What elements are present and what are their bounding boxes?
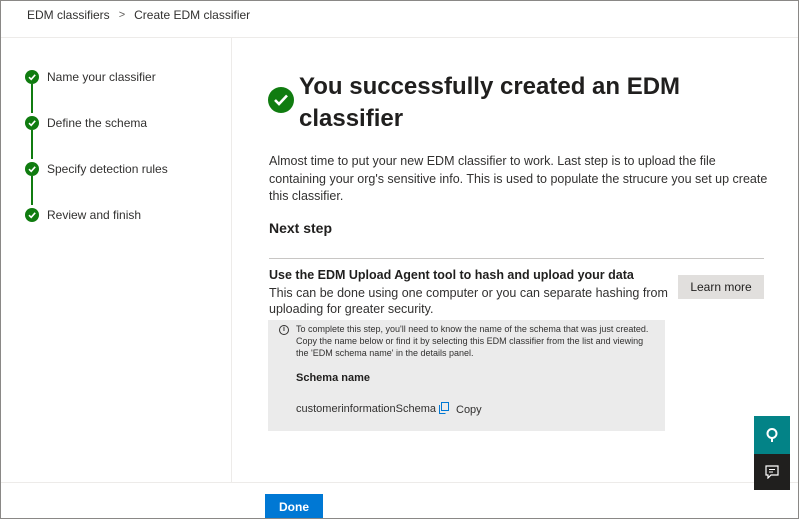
step-label: Specify detection rules bbox=[47, 162, 168, 176]
step-label: Name your classifier bbox=[47, 70, 156, 84]
checkmark-icon bbox=[25, 208, 39, 222]
step-name-your-classifier[interactable]: Name your classifier bbox=[25, 67, 225, 87]
step-label: Review and finish bbox=[47, 208, 142, 222]
header-divider bbox=[1, 37, 798, 38]
feedback-button[interactable] bbox=[754, 454, 790, 490]
app-window: EDM classifiers > Create EDM classifier … bbox=[0, 0, 799, 519]
schema-name-label: Schema name bbox=[296, 372, 370, 384]
info-icon: i bbox=[279, 325, 289, 335]
breadcrumb-edm-classifiers[interactable]: EDM classifiers bbox=[27, 8, 110, 22]
upload-agent-description: This can be done using one computer or y… bbox=[269, 286, 668, 316]
breadcrumb: EDM classifiers > Create EDM classifier bbox=[27, 8, 250, 22]
checkmark-icon bbox=[25, 116, 39, 130]
next-step-heading: Next step bbox=[269, 220, 333, 236]
learn-more-button[interactable]: Learn more bbox=[678, 275, 764, 299]
sidebar-divider bbox=[231, 38, 232, 482]
info-message: To complete this step, you'll need to kn… bbox=[296, 324, 649, 358]
step-specify-detection-rules[interactable]: Specify detection rules bbox=[25, 159, 225, 179]
step-label: Define the schema bbox=[47, 116, 148, 130]
step-review-and-finish[interactable]: Review and finish bbox=[25, 205, 225, 225]
step-connector bbox=[31, 84, 33, 113]
done-button[interactable]: Done bbox=[265, 494, 323, 518]
help-chat-button[interactable] bbox=[754, 416, 790, 454]
checkmark-icon bbox=[25, 162, 39, 176]
section-divider bbox=[269, 258, 764, 259]
schema-info-panel: i To complete this step, you'll need to … bbox=[268, 320, 665, 431]
checkmark-circle-icon bbox=[268, 87, 294, 113]
page-title: You successfully created an EDM classifi… bbox=[299, 73, 681, 132]
copy-icon bbox=[438, 401, 449, 419]
step-connector bbox=[31, 176, 33, 205]
copy-button[interactable]: Copy bbox=[438, 401, 482, 419]
breadcrumb-current: Create EDM classifier bbox=[134, 8, 251, 22]
breadcrumb-separator: > bbox=[118, 9, 126, 21]
step-connector bbox=[31, 130, 33, 159]
upload-agent-title: Use the EDM Upload Agent tool to hash an… bbox=[269, 268, 634, 282]
schema-name-value: customerinformationSchema bbox=[296, 403, 437, 415]
copy-label: Copy bbox=[456, 404, 482, 416]
footer-divider bbox=[1, 482, 798, 483]
checkmark-icon bbox=[25, 70, 39, 84]
step-define-the-schema[interactable]: Define the schema bbox=[25, 113, 225, 133]
intro-text: Almost time to put your new EDM classifi… bbox=[269, 154, 768, 203]
